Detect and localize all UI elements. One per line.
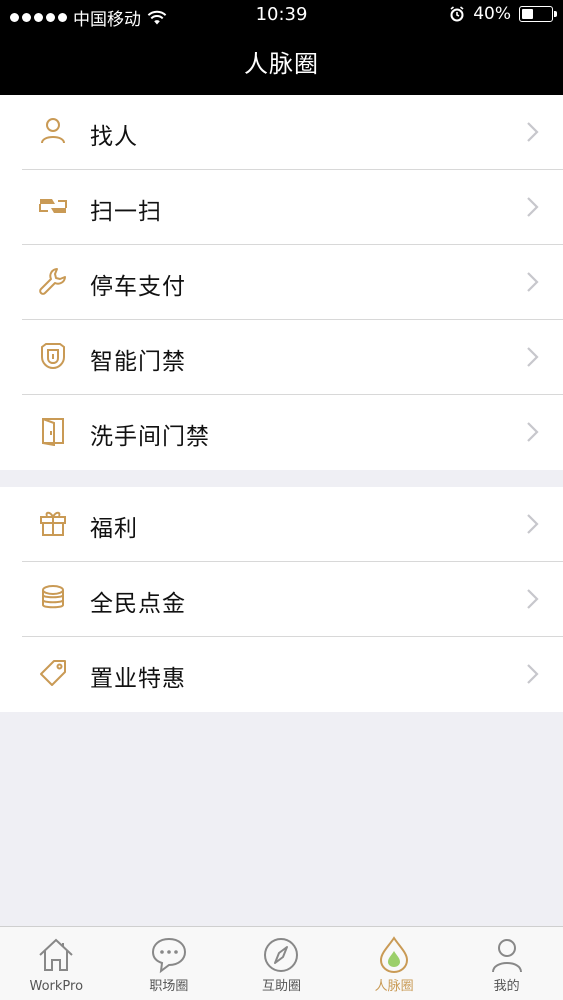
menu-item-property-deals[interactable]: 置业特惠	[0, 637, 563, 712]
menu-item-label: 找人	[90, 124, 138, 150]
menu-item-scan[interactable]: 扫一扫	[0, 170, 563, 245]
coins-icon	[42, 585, 64, 609]
menu-group-1: 找人 扫一扫 停车支付 智能门禁 洗手间门禁	[0, 95, 563, 470]
tab-label: 我的	[493, 979, 520, 994]
tab-label: 人脉圈	[374, 979, 414, 994]
chevron-right-icon	[527, 422, 539, 442]
tab-label: 职场圈	[149, 979, 189, 994]
wrench-icon	[39, 268, 66, 295]
battery-fill	[522, 9, 534, 19]
door-icon	[42, 418, 64, 446]
menu-item-label: 洗手间门禁	[90, 424, 210, 450]
chevron-right-icon	[527, 514, 539, 534]
tab-mine[interactable]: 我的	[450, 927, 563, 1000]
tab-mutual-help[interactable]: 互助圈	[225, 927, 338, 1000]
menu-item-label: 扫一扫	[90, 199, 162, 225]
chevron-right-icon	[527, 589, 539, 609]
tag-icon	[40, 660, 66, 686]
alarm-icon	[450, 6, 464, 22]
chevron-right-icon	[527, 347, 539, 367]
page-title: 人脉圈	[244, 50, 319, 78]
menu-item-label: 停车支付	[90, 274, 186, 300]
menu-item-label: 全民点金	[90, 591, 186, 617]
menu-item-restroom-access[interactable]: 洗手间门禁	[0, 395, 563, 470]
top-bar: 中国移动 10:39 40% 人脉圈	[0, 0, 563, 95]
gift-icon	[40, 511, 66, 536]
tab-label: 互助圈	[261, 979, 301, 994]
menu-item-smart-access[interactable]: 智能门禁	[0, 320, 563, 395]
menu-item-label: 智能门禁	[90, 349, 186, 375]
battery-percent: 40%	[473, 4, 511, 24]
menu-group-2: 福利 全民点金 置业特惠	[0, 487, 563, 712]
menu-item-welfare[interactable]: 福利	[0, 487, 563, 562]
menu-item-label: 置业特惠	[90, 666, 186, 692]
chevron-right-icon	[527, 122, 539, 142]
profile-icon	[491, 939, 522, 973]
status-right: 40%	[449, 4, 557, 24]
chevron-right-icon	[527, 664, 539, 684]
chevron-right-icon	[527, 272, 539, 292]
battery-icon	[519, 6, 557, 22]
scan-icon	[39, 199, 67, 213]
menu-item-find-people[interactable]: 找人	[0, 95, 563, 170]
door-access-icon	[41, 343, 65, 370]
compass-icon	[264, 938, 299, 972]
status-bar: 中国移动 10:39 40%	[0, 0, 563, 32]
tab-workplace-circle[interactable]: 职场圈	[113, 927, 226, 1000]
tab-workpro[interactable]: WorkPro	[0, 927, 113, 1000]
chat-icon	[151, 937, 186, 974]
menu-item-gold[interactable]: 全民点金	[0, 562, 563, 637]
person-icon	[41, 118, 65, 144]
chevron-right-icon	[527, 197, 539, 217]
tab-bar: WorkPro 职场圈 互助圈 人脉圈 我的	[0, 926, 563, 1000]
tab-label: WorkPro	[29, 979, 84, 994]
home-icon	[39, 938, 73, 971]
menu-item-label: 福利	[90, 516, 138, 542]
menu-item-parking-payment[interactable]: 停车支付	[0, 245, 563, 320]
drop-icon	[380, 936, 409, 974]
tab-network-circle[interactable]: 人脉圈	[338, 927, 451, 1000]
